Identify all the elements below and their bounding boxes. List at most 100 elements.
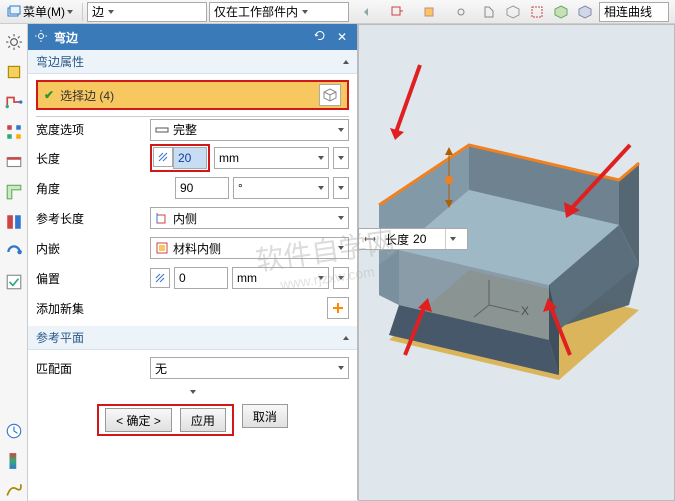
width-option-dropdown[interactable]: 完整 <box>150 119 349 141</box>
toolbar-btn-7[interactable] <box>527 2 547 22</box>
angle-extra-dropdown[interactable] <box>333 177 349 199</box>
apply-button[interactable]: 应用 <box>180 408 226 432</box>
bend-props-header[interactable]: 弯边属性 <box>28 50 357 74</box>
strip-icon-5[interactable] <box>4 182 24 202</box>
match-face-value: 无 <box>155 360 167 377</box>
floating-length-field[interactable]: 长度 <box>358 228 468 250</box>
angle-unit: ° <box>238 181 243 195</box>
strip-icon-2[interactable] <box>4 92 24 112</box>
material-inside-icon <box>155 241 169 255</box>
toolbar-btn-1[interactable] <box>359 2 379 22</box>
strip-icon-sketch[interactable] <box>4 481 24 501</box>
angle-input[interactable] <box>175 177 229 199</box>
add-set-button[interactable] <box>327 297 349 319</box>
ref-plane-header[interactable]: 参考平面 <box>28 326 357 350</box>
match-face-row: 匹配面 无 <box>36 356 349 380</box>
strip-icon-3[interactable] <box>4 122 24 142</box>
length-input[interactable] <box>173 147 207 169</box>
ref-plane-body: 匹配面 无 <box>28 350 357 386</box>
flange-panel: 弯边 ✕ 弯边属性 ✔ 选择边 (4) 宽度选项 完整 长度 m <box>28 24 358 500</box>
gear-tab-icon[interactable] <box>4 32 24 52</box>
offset-extra-dropdown[interactable] <box>333 267 349 289</box>
toolbar-btn-8[interactable] <box>551 2 571 22</box>
floating-length-input[interactable] <box>413 230 445 248</box>
offset-input[interactable] <box>174 267 228 289</box>
panel-header: 弯边 ✕ <box>28 24 357 50</box>
curve-dropdown[interactable]: 相连曲线 <box>599 2 669 22</box>
ref-length-label: 参考长度 <box>36 210 146 227</box>
match-face-label: 匹配面 <box>36 360 146 377</box>
menu-button[interactable]: 菜单(M) <box>2 2 78 22</box>
ref-length-value: 内侧 <box>173 210 197 227</box>
filter-1-value: 边 <box>92 3 104 20</box>
filter-dropdown-1[interactable]: 边 <box>87 2 207 22</box>
gear-icon <box>34 29 48 46</box>
chevron-up-icon <box>343 60 349 64</box>
inset-label: 内嵌 <box>36 240 146 257</box>
3d-viewport[interactable]: X <box>358 24 675 501</box>
width-option-row: 宽度选项 完整 <box>36 116 349 140</box>
inset-row: 内嵌 材料内侧 <box>36 236 349 260</box>
collapse-caret[interactable] <box>28 386 357 398</box>
width-full-icon <box>155 123 169 137</box>
ref-plane-title: 参考平面 <box>36 329 84 346</box>
floating-length-dd[interactable] <box>445 229 459 249</box>
menu-icon <box>7 5 21 19</box>
curve-dropdown-label: 相连曲线 <box>604 3 652 20</box>
width-option-label: 宽度选项 <box>36 121 146 138</box>
filter-2-value: 仅在工作部件内 <box>214 3 298 20</box>
match-face-dropdown[interactable]: 无 <box>150 357 349 379</box>
ref-inside-icon <box>155 211 169 225</box>
add-set-label: 添加新集 <box>36 300 84 317</box>
menu-label: 菜单(M) <box>23 3 65 20</box>
bend-props-body: ✔ 选择边 (4) 宽度选项 完整 长度 mm 角度 <box>28 74 357 326</box>
bend-props-title: 弯边属性 <box>36 53 84 70</box>
length-label: 长度 <box>36 150 146 167</box>
length-extra-dropdown[interactable] <box>333 147 349 169</box>
strip-icon-6[interactable] <box>4 212 24 232</box>
ok-button[interactable]: < 确定 > <box>105 408 172 432</box>
length-unit-dropdown[interactable]: mm <box>214 147 329 169</box>
offset-row: 偏置 mm <box>36 266 349 290</box>
inset-dropdown[interactable]: 材料内侧 <box>150 237 349 259</box>
strip-icon-4[interactable] <box>4 152 24 172</box>
offset-measure-icon[interactable] <box>150 268 170 288</box>
strip-icon-8[interactable] <box>4 272 24 292</box>
panel-title: 弯边 <box>54 29 307 46</box>
measure-icon[interactable] <box>153 147 173 167</box>
floating-length-label: 长度 <box>381 231 413 248</box>
panel-reset-icon[interactable] <box>313 29 327 46</box>
strip-icon-clock[interactable] <box>4 421 24 441</box>
svg-text:X: X <box>521 304 529 318</box>
separator <box>82 3 83 21</box>
filter-dropdown-2[interactable]: 仅在工作部件内 <box>209 2 349 22</box>
toolbar-btn-6[interactable] <box>503 2 523 22</box>
angle-row: 角度 ° <box>36 176 349 200</box>
left-icon-strip <box>0 24 28 501</box>
toolbar-btn-4[interactable] <box>447 2 475 22</box>
offset-unit: mm <box>237 271 257 285</box>
toolbar-btn-9[interactable] <box>575 2 595 22</box>
offset-unit-dropdown[interactable]: mm <box>232 267 329 289</box>
toolbar-btn-2[interactable] <box>383 2 411 22</box>
check-icon: ✔ <box>44 88 54 102</box>
close-icon[interactable]: ✕ <box>333 28 351 46</box>
angle-unit-dropdown[interactable]: ° <box>233 177 329 199</box>
button-row: < 确定 > 应用 取消 <box>28 398 357 446</box>
chevron-up-icon <box>343 336 349 340</box>
toolbar-btn-3[interactable] <box>415 2 443 22</box>
add-set-row: 添加新集 <box>36 296 349 320</box>
cube-icon[interactable] <box>319 84 341 106</box>
select-edge-row[interactable]: ✔ 选择边 (4) <box>36 80 349 110</box>
angle-label: 角度 <box>36 180 146 197</box>
top-toolbar: 菜单(M) 边 仅在工作部件内 相连曲线 <box>0 0 675 24</box>
ref-length-dropdown[interactable]: 内侧 <box>150 207 349 229</box>
chevron-down-icon <box>67 10 73 14</box>
offset-label: 偏置 <box>36 270 146 287</box>
strip-icon-gradient[interactable] <box>4 451 24 471</box>
toolbar-btn-5[interactable] <box>479 2 499 22</box>
length-dim-icon <box>359 229 381 249</box>
strip-icon-1[interactable] <box>4 62 24 82</box>
strip-icon-7[interactable] <box>4 242 24 262</box>
cancel-button[interactable]: 取消 <box>242 404 288 428</box>
